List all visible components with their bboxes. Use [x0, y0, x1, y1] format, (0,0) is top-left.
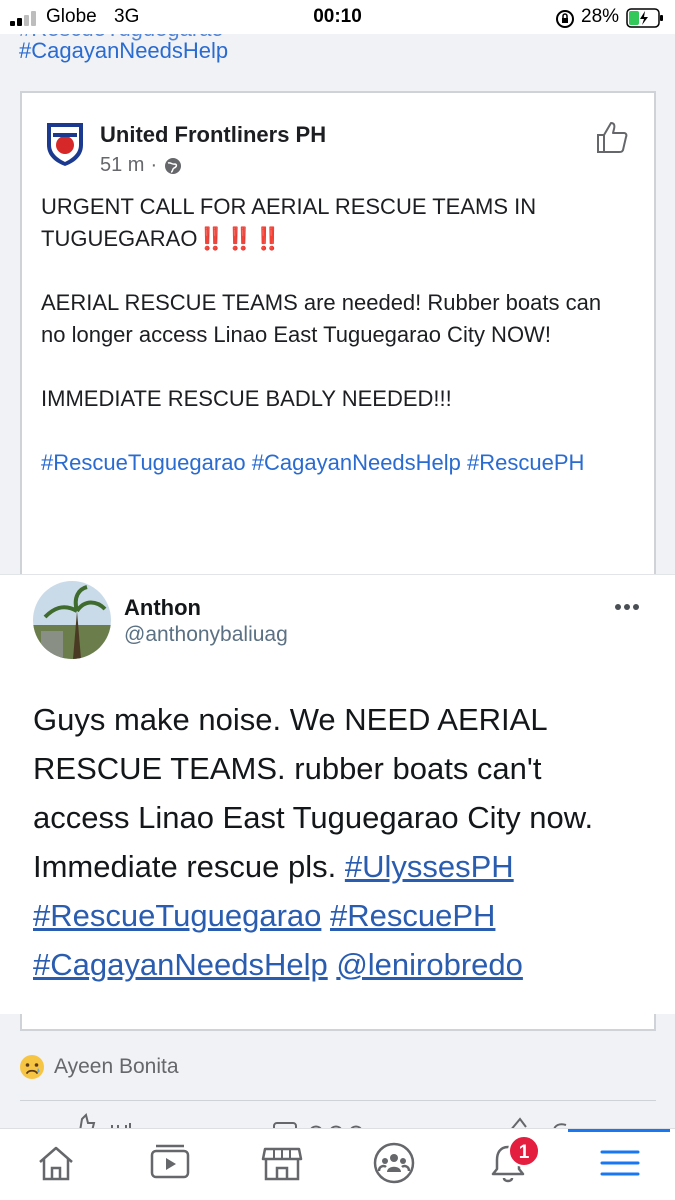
menu-icon[interactable] — [598, 1141, 642, 1185]
sad-reaction-icon — [20, 1055, 44, 1079]
embedded-tweet[interactable]: Anthon @anthonybaliuag Guys make noise. … — [0, 574, 675, 1014]
avatar[interactable] — [33, 581, 111, 659]
reaction-summary[interactable]: Ayeen Bonita — [18, 1053, 179, 1081]
battery-percent: 28% — [581, 6, 620, 27]
bottom-navigation: 1 — [0, 1128, 675, 1200]
groups-icon[interactable] — [372, 1141, 416, 1185]
tweet-text: Guys make noise. We NEED AERIAL RESCUE T… — [33, 702, 594, 982]
exclamation-emoji: ‼️‼️‼️ — [197, 226, 283, 251]
screen: Globe 3G 00:10 28% #RescueTuguegarao #Ca… — [0, 0, 675, 1200]
battery-icon — [626, 8, 663, 28]
status-bar: Globe 3G 00:10 28% — [0, 0, 675, 34]
post-paragraph-1: URGENT CALL FOR AERIAL RESCUE TEAMS IN T… — [41, 194, 537, 251]
meta-separator: · — [150, 154, 158, 176]
globe-icon — [165, 157, 182, 174]
post-paragraph-3: IMMEDIATE RESCUE BADLY NEEDED!!! — [41, 386, 452, 411]
tweet-link[interactable]: #UlyssesPH — [345, 849, 514, 884]
like-page-icon[interactable] — [594, 119, 630, 155]
top-hashtags: #RescueTuguegarao #CagayanNeedsHelp — [19, 16, 228, 66]
tweet-link[interactable]: @lenirobredo — [336, 947, 523, 982]
home-icon[interactable] — [34, 1141, 78, 1185]
tweet-author-handle[interactable]: @anthonybaliuag — [124, 623, 288, 647]
post-time[interactable]: 51 m — [100, 154, 144, 177]
post-action-bar — [20, 1100, 656, 1130]
rotation-lock-icon — [556, 10, 574, 28]
action-bar-partial-icons — [79, 1113, 567, 1130]
post-body: URGENT CALL FOR AERIAL RESCUE TEAMS IN T… — [41, 191, 631, 511]
post-paragraph-2: AERIAL RESCUE TEAMS are needed! Rubber b… — [41, 290, 602, 347]
active-tab-indicator — [568, 1129, 670, 1132]
post-hashtags[interactable]: #RescueTuguegarao #CagayanNeedsHelp #Res… — [41, 447, 631, 479]
page-logo[interactable] — [43, 119, 87, 167]
page-name[interactable]: United Frontliners PH — [100, 122, 326, 148]
tweet-author-name[interactable]: Anthon — [124, 595, 201, 621]
more-options-icon[interactable] — [614, 603, 640, 611]
notification-badge[interactable]: 1 — [508, 1135, 540, 1167]
reactor-name: Ayeen Bonita — [54, 1055, 179, 1078]
tweet-link[interactable]: #RescueTuguegarao — [33, 898, 321, 933]
post-meta: 51 m · — [100, 154, 183, 177]
marketplace-icon[interactable] — [260, 1141, 304, 1185]
watch-icon[interactable] — [148, 1141, 192, 1185]
tweet-link[interactable]: #CagayanNeedsHelp — [33, 947, 328, 982]
tweet-link[interactable]: #RescuePH — [330, 898, 495, 933]
